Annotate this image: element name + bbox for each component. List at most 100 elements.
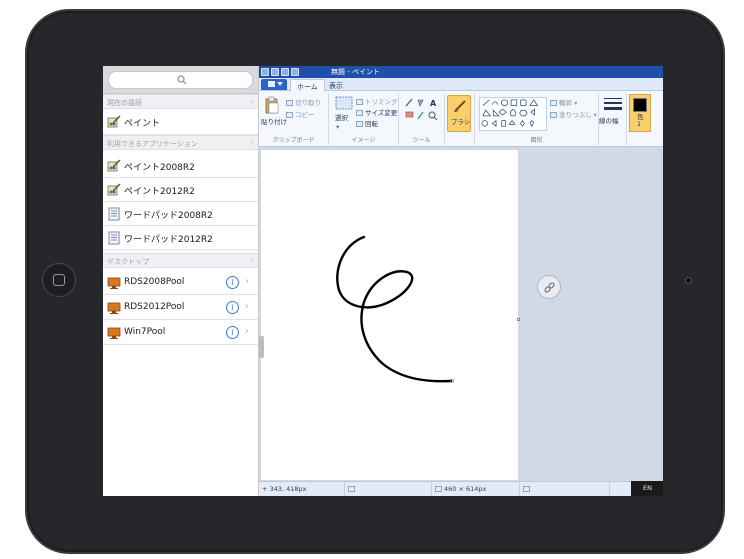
paste-icon[interactable] bbox=[265, 96, 279, 114]
group-label-image: イメージ bbox=[351, 137, 376, 144]
front-camera bbox=[685, 277, 692, 284]
fill-icon bbox=[550, 112, 557, 118]
select-button[interactable]: 選択 bbox=[335, 112, 348, 122]
paint-logo-icon bbox=[261, 68, 269, 76]
home-button-icon bbox=[53, 274, 65, 286]
ipad-screen: 現在の接続› ペイント 利用できるアプリケーション› ペイント2008R2 bbox=[103, 66, 663, 496]
group-color: 色 1 bbox=[627, 93, 663, 145]
section-current-connections: 現在の接続 › bbox=[103, 94, 258, 109]
remote-zoom-button[interactable] bbox=[537, 275, 561, 299]
chevron-down-icon bbox=[277, 82, 283, 86]
paste-button[interactable]: 貼り付け bbox=[261, 116, 287, 126]
group-label-clipboard: クリップボード bbox=[272, 137, 315, 144]
file-size-icon bbox=[523, 486, 530, 492]
wordpad-app-icon bbox=[108, 231, 120, 245]
cut-button[interactable]: 切り取り bbox=[286, 97, 321, 107]
rotate-button[interactable]: 回転 bbox=[356, 118, 378, 128]
info-button[interactable]: i bbox=[226, 301, 239, 314]
sidebar-drag-handle[interactable] bbox=[259, 336, 264, 358]
title-bar: 無題 - ペイント bbox=[259, 66, 663, 78]
tools-grid: A bbox=[405, 98, 438, 121]
brush-button[interactable]: ブラシ bbox=[447, 95, 471, 132]
input-language[interactable]: EN bbox=[643, 484, 652, 492]
save-icon[interactable] bbox=[271, 68, 279, 76]
canvas-resize-handle[interactable] bbox=[517, 318, 520, 321]
shapes-gallery[interactable] bbox=[479, 97, 547, 131]
desktop-pool-icon bbox=[107, 302, 121, 314]
taskbar-tray: EN bbox=[631, 481, 663, 496]
redo-icon[interactable] bbox=[291, 68, 299, 76]
fill-button[interactable]: 塗りつぶし ▾ bbox=[550, 109, 597, 119]
drawing-canvas[interactable] bbox=[261, 150, 518, 480]
desktop-item-rds2012pool[interactable]: RDS2012Pool i › bbox=[103, 296, 258, 320]
group-size: 線の幅 bbox=[599, 93, 627, 145]
chevron-right-icon: › bbox=[245, 301, 249, 312]
app-item-wordpad2008r2[interactable]: ワードパッド2008R2 bbox=[103, 202, 258, 226]
file-menu-button[interactable] bbox=[261, 79, 287, 90]
chevron-right-icon: › bbox=[245, 326, 249, 337]
search-input[interactable] bbox=[108, 71, 253, 89]
crop-button[interactable]: トリミング bbox=[356, 96, 398, 106]
tab-view[interactable]: 表示 bbox=[323, 79, 349, 91]
file-menu-icon bbox=[268, 81, 275, 87]
info-button[interactable]: i bbox=[226, 326, 239, 339]
color1-button[interactable]: 色 1 bbox=[629, 94, 651, 132]
line-width-button[interactable]: 線の幅 bbox=[599, 115, 619, 125]
color1-swatch bbox=[633, 98, 647, 112]
resize-icon bbox=[356, 110, 363, 116]
paint-window: 無題 - ペイント ホーム 表示 貼り付け 切り取り コピー クリップボード 選… bbox=[259, 66, 663, 496]
desktop-pool-icon bbox=[107, 327, 121, 339]
copy-button[interactable]: コピー bbox=[286, 109, 315, 119]
desktop-pool-icon bbox=[107, 277, 121, 289]
wordpad-app-icon bbox=[108, 207, 120, 221]
ribbon-tabs: ホーム 表示 bbox=[259, 78, 663, 91]
paint-app-icon bbox=[107, 183, 121, 196]
svg-text:A: A bbox=[430, 99, 437, 108]
crosshair-icon: + bbox=[262, 485, 268, 493]
group-image: 選択 ▾ トリミング サイズ変更 回転 イメージ bbox=[329, 93, 399, 145]
scissors-icon bbox=[286, 100, 293, 106]
canvas-size: 460 × 614px bbox=[432, 482, 520, 496]
link-icon bbox=[544, 282, 555, 293]
search-icon bbox=[177, 75, 187, 85]
window-title: 無題 - ペイント bbox=[331, 68, 380, 76]
search-bar bbox=[103, 66, 258, 94]
cursor-position: + 343, 418px bbox=[259, 482, 345, 496]
brush-icon bbox=[454, 100, 466, 112]
quick-access-toolbar bbox=[261, 68, 299, 76]
ipad-frame: 現在の接続› ペイント 利用できるアプリケーション› ペイント2008R2 bbox=[3, 3, 741, 556]
group-label-shapes: 図形 bbox=[530, 137, 543, 144]
app-item-paint2012r2[interactable]: ペイント2012R2 bbox=[103, 178, 258, 202]
resize-button[interactable]: サイズ変更 bbox=[356, 107, 397, 117]
crop-icon bbox=[356, 99, 363, 105]
group-clipboard: 貼り付け 切り取り コピー クリップボード bbox=[259, 93, 329, 145]
undo-icon[interactable] bbox=[281, 68, 289, 76]
selection-size bbox=[345, 482, 432, 496]
ribbon: 貼り付け 切り取り コピー クリップボード 選択 ▾ トリミング サイズ変更 回… bbox=[259, 91, 663, 147]
home-button[interactable] bbox=[42, 263, 76, 297]
chevron-right-icon: › bbox=[245, 276, 249, 287]
file-size bbox=[520, 482, 610, 496]
selection-icon bbox=[348, 486, 355, 492]
desktop-item-rds2008pool[interactable]: RDS2008Pool i › bbox=[103, 271, 258, 295]
desktop-item-win7pool[interactable]: Win7Pool i › bbox=[103, 321, 258, 345]
section-available-apps: 利用できるアプリケーション › bbox=[103, 135, 258, 150]
drawn-stroke bbox=[336, 235, 454, 383]
line-width-icon[interactable] bbox=[603, 97, 623, 113]
paint-app-icon bbox=[107, 159, 121, 172]
canvas-area bbox=[259, 147, 663, 481]
rotate-icon bbox=[356, 121, 363, 127]
select-icon[interactable] bbox=[335, 96, 353, 110]
group-shapes: 輪郭 ▾ 塗りつぶし ▾ 図形 bbox=[475, 93, 599, 145]
app-item-paint2008r2[interactable]: ペイント2008R2 bbox=[103, 154, 258, 178]
select-dropdown-icon[interactable]: ▾ bbox=[336, 123, 339, 131]
outline-icon bbox=[550, 100, 557, 106]
connection-item-paint[interactable]: ペイント bbox=[103, 109, 258, 135]
app-item-wordpad2012r2[interactable]: ワードパッド2012R2 bbox=[103, 226, 258, 250]
outline-button[interactable]: 輪郭 ▾ bbox=[550, 97, 577, 107]
tab-home[interactable]: ホーム bbox=[290, 79, 325, 91]
info-button[interactable]: i bbox=[226, 276, 239, 289]
group-tools: A ツール bbox=[399, 93, 445, 145]
section-desktops: デスクトップ › bbox=[103, 253, 258, 268]
connection-sidebar: 現在の接続› ペイント 利用できるアプリケーション› ペイント2008R2 bbox=[103, 66, 259, 496]
